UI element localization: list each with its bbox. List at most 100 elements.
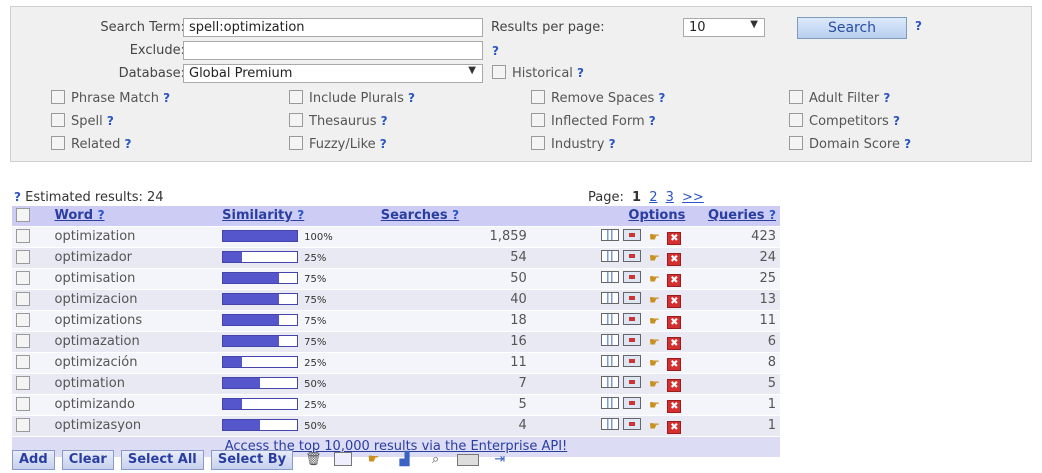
- delete-icon[interactable]: ✖: [667, 316, 682, 329]
- option-inflected-form[interactable]: Inflected Form ?: [531, 113, 656, 129]
- export-icon[interactable]: ⇥: [490, 452, 510, 468]
- help-icon[interactable]: ?: [381, 114, 388, 128]
- row-checkbox[interactable]: [16, 333, 30, 348]
- results-per-page-select[interactable]: 10 ▼: [683, 18, 765, 37]
- clear-button[interactable]: Clear: [61, 450, 114, 470]
- delete-icon[interactable]: ✖: [667, 379, 682, 392]
- chart-icon[interactable]: [601, 397, 620, 409]
- option-remove-spaces[interactable]: Remove Spaces ?: [531, 90, 665, 106]
- chart-icon[interactable]: [601, 418, 620, 430]
- row-checkbox[interactable]: [16, 354, 30, 369]
- select-all-header[interactable]: [12, 206, 51, 227]
- chart-icon[interactable]: [601, 334, 620, 346]
- help-icon[interactable]: ?: [452, 208, 459, 222]
- database-select[interactable]: Global Premium ▼: [183, 64, 483, 83]
- option-spell[interactable]: Spell ?: [51, 113, 114, 129]
- row-select-cell[interactable]: [12, 373, 51, 395]
- option-thesaurus[interactable]: Thesaurus ?: [289, 113, 388, 129]
- pointer-icon[interactable]: ☛: [645, 336, 663, 348]
- search-term-input[interactable]: spell:optimization: [183, 18, 483, 37]
- header-checkbox[interactable]: [16, 207, 30, 222]
- pointer-icon[interactable]: ☛: [645, 357, 663, 369]
- row-checkbox[interactable]: [16, 312, 30, 327]
- row-checkbox[interactable]: [16, 417, 30, 432]
- chart-icon[interactable]: ▟: [395, 452, 415, 468]
- delete-icon[interactable]: ✖: [667, 295, 682, 308]
- queries-header[interactable]: Queries ?: [689, 206, 780, 227]
- chart-icon[interactable]: [601, 229, 620, 241]
- window-icon[interactable]: [334, 452, 353, 466]
- checkbox[interactable]: [51, 113, 65, 127]
- row-select-cell[interactable]: [12, 226, 51, 248]
- row-select-cell[interactable]: [12, 352, 51, 374]
- option-include-plurals[interactable]: Include Plurals ?: [289, 90, 415, 106]
- pointer-icon[interactable]: ☛: [645, 378, 663, 390]
- row-select-cell[interactable]: [12, 331, 51, 353]
- window-icon[interactable]: [623, 271, 642, 283]
- checkbox[interactable]: [789, 113, 803, 127]
- option-related[interactable]: Related ?: [51, 136, 131, 152]
- window-icon[interactable]: [623, 376, 642, 388]
- pointer-icon[interactable]: ☛: [645, 294, 663, 306]
- help-icon[interactable]: ?: [649, 114, 656, 128]
- option-phrase-match[interactable]: Phrase Match ?: [51, 90, 170, 106]
- delete-icon[interactable]: ✖: [667, 253, 682, 266]
- help-icon[interactable]: ?: [107, 114, 114, 128]
- help-icon[interactable]: ?: [380, 137, 387, 151]
- row-checkbox[interactable]: [16, 291, 30, 306]
- option-fuzzy-like[interactable]: Fuzzy/Like ?: [289, 136, 387, 152]
- next-page-link[interactable]: >>: [682, 190, 704, 205]
- select-all-button[interactable]: Select All: [120, 450, 204, 470]
- help-icon[interactable]: ?: [163, 91, 170, 105]
- page-link-3[interactable]: 3: [666, 190, 674, 205]
- results-help-icon[interactable]: ?: [14, 190, 21, 204]
- delete-icon[interactable]: ✖: [667, 337, 682, 350]
- similarity-header[interactable]: Similarity ?: [218, 206, 377, 227]
- exclude-help-icon[interactable]: ?: [492, 44, 499, 58]
- row-select-cell[interactable]: [12, 310, 51, 332]
- help-icon[interactable]: ?: [769, 208, 776, 222]
- delete-icon[interactable]: ✖: [667, 400, 682, 413]
- delete-icon[interactable]: ✖: [667, 421, 682, 434]
- checkbox[interactable]: [289, 136, 303, 150]
- checkbox[interactable]: [289, 113, 303, 127]
- window-icon[interactable]: [623, 397, 642, 409]
- help-icon[interactable]: ?: [98, 208, 105, 222]
- similarity-header-label[interactable]: Similarity: [222, 208, 293, 223]
- window-icon[interactable]: [623, 292, 642, 304]
- queries-header-label[interactable]: Queries: [708, 208, 765, 223]
- page-link-2[interactable]: 2: [649, 190, 657, 205]
- searches-header-label[interactable]: Searches: [381, 208, 448, 223]
- row-select-cell[interactable]: [12, 268, 51, 290]
- checkbox[interactable]: [51, 90, 65, 104]
- delete-icon[interactable]: ✖: [667, 232, 682, 245]
- window-icon[interactable]: [623, 355, 642, 367]
- help-icon[interactable]: ?: [883, 91, 890, 105]
- options-header[interactable]: Options: [530, 206, 690, 227]
- pointer-icon[interactable]: ☛: [645, 315, 663, 327]
- help-icon[interactable]: ?: [609, 137, 616, 151]
- help-icon[interactable]: ?: [125, 137, 132, 151]
- help-icon[interactable]: ?: [297, 208, 304, 222]
- row-select-cell[interactable]: [12, 394, 51, 416]
- window-icon[interactable]: [623, 229, 642, 241]
- option-competitors[interactable]: Competitors ?: [789, 113, 900, 129]
- pointer-icon[interactable]: ☛: [645, 252, 663, 264]
- chart-icon[interactable]: [601, 313, 620, 325]
- checkbox[interactable]: [789, 136, 803, 150]
- search-button[interactable]: Search: [797, 17, 907, 39]
- checkbox[interactable]: [531, 90, 545, 104]
- chart-icon[interactable]: [601, 271, 620, 283]
- row-select-cell[interactable]: [12, 289, 51, 311]
- pointer-icon[interactable]: ☛: [645, 399, 663, 411]
- checkbox[interactable]: [531, 113, 545, 127]
- searches-header[interactable]: Searches ?: [376, 206, 531, 227]
- historical-option[interactable]: Historical ?: [492, 65, 584, 81]
- pointer-icon[interactable]: ☛: [645, 420, 663, 432]
- chart-icon[interactable]: [601, 355, 620, 367]
- options-header-label[interactable]: Options: [628, 208, 685, 223]
- word-header[interactable]: Word ?: [50, 206, 219, 227]
- chart-icon[interactable]: [601, 376, 620, 388]
- binoculars-icon[interactable]: ⌕: [426, 452, 446, 468]
- window-icon[interactable]: [623, 334, 642, 346]
